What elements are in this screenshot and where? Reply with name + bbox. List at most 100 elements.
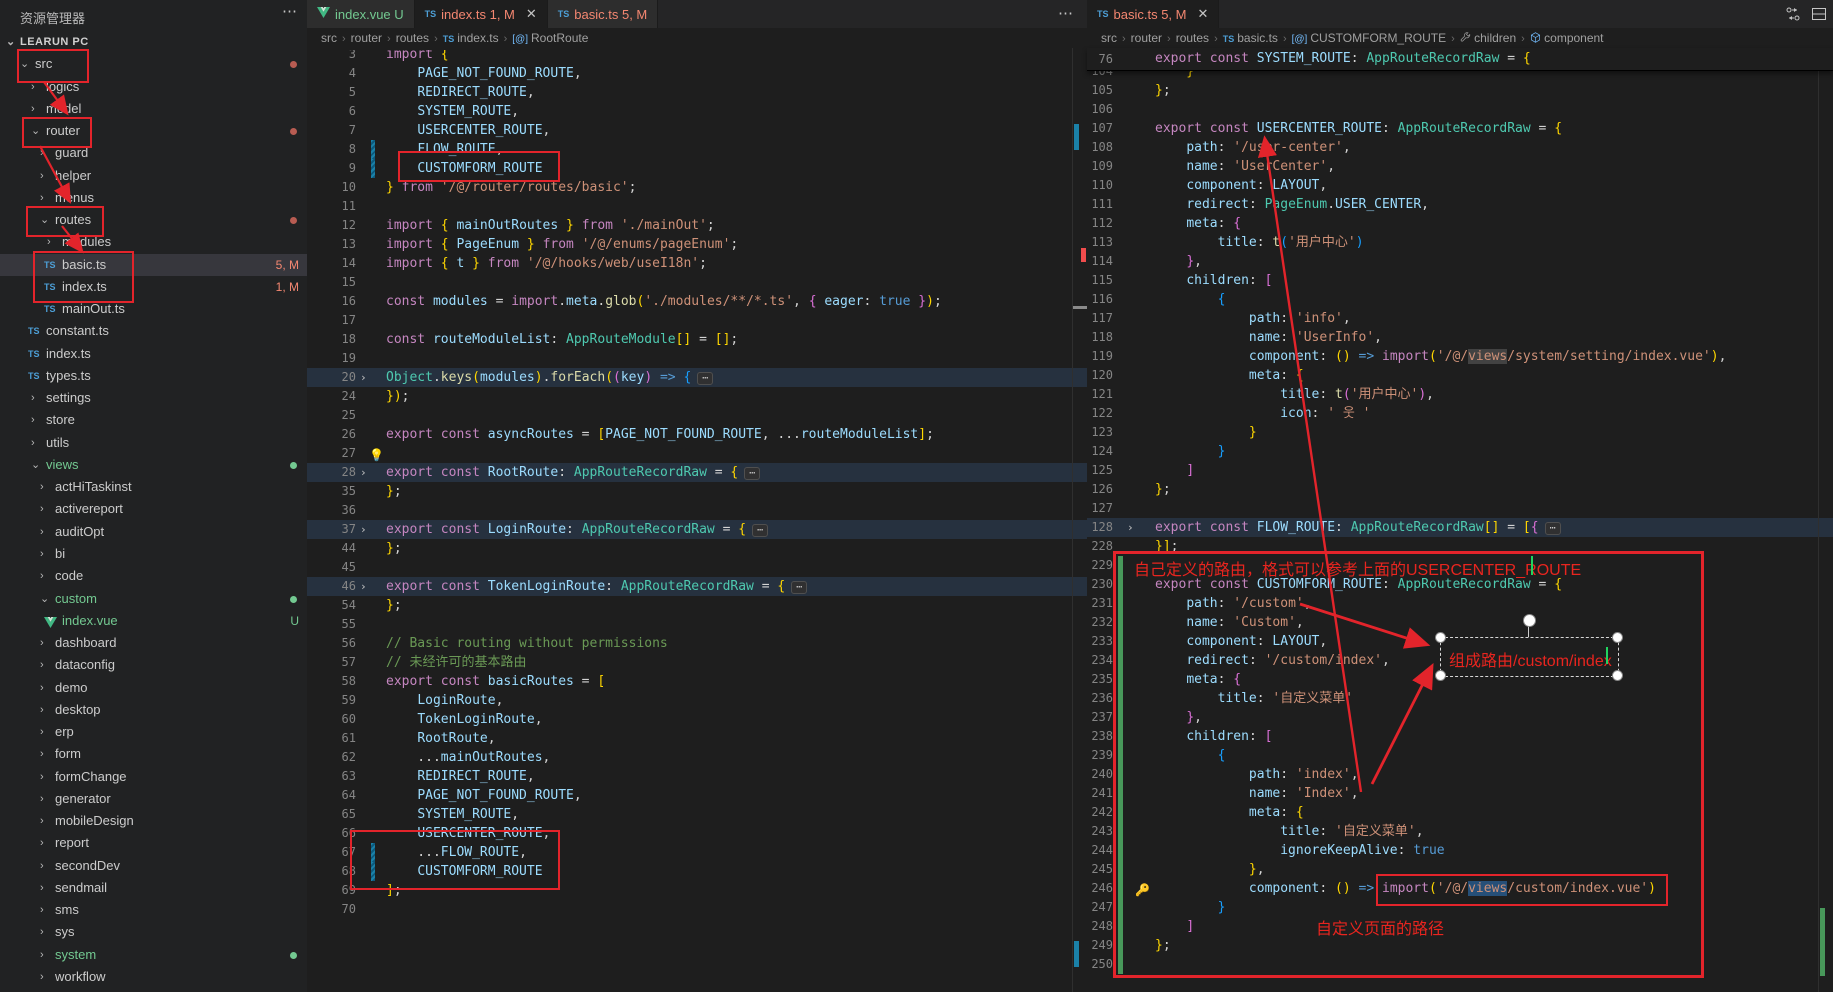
chevron-right-icon[interactable]: › [40,632,44,654]
code-line-63[interactable]: 63 REDIRECT_ROUTE, [307,767,1087,786]
tree-item-settings[interactable]: ›settings [0,387,307,409]
tab-basic.ts[interactable]: TSbasic.ts 5, M [548,0,658,28]
chevron-right-icon[interactable]: › [40,165,44,187]
tree-item-store[interactable]: ›store [0,409,307,431]
code-line-249[interactable]: 249}; [1087,936,1833,955]
chevron-right-icon[interactable]: › [31,76,35,98]
code-line-7[interactable]: 7 USERCENTER_ROUTE, [307,121,1087,140]
chevron-right-icon[interactable]: › [40,832,44,854]
code-line-13[interactable]: 13import { PageEnum } from '/@/enums/pag… [307,235,1087,254]
chevron-right-icon[interactable]: › [40,855,44,877]
code-line-66[interactable]: 66 USERCENTER_ROUTE, [307,824,1087,843]
code-line-107[interactable]: 107export const USERCENTER_ROUTE: AppRou… [1087,119,1833,138]
code-line-109[interactable]: 109 name: 'UserCenter', [1087,157,1833,176]
tree-item-secondDev[interactable]: ›secondDev [0,855,307,877]
code-line-126[interactable]: 126}; [1087,480,1833,499]
tree-item-code[interactable]: ›code [0,565,307,587]
breadcrumb-item[interactable]: [@]RootRoute [512,31,588,45]
split-editor-icon[interactable] [1811,6,1827,22]
tree-item-bi[interactable]: ›bi [0,543,307,565]
code-line-36[interactable]: 36 [307,501,1087,520]
breadcrumb-item[interactable]: children [1460,31,1516,45]
tree-item-menus[interactable]: ›menus [0,187,307,209]
code-line-14[interactable]: 14import { t } from '/@/hooks/web/useI18… [307,254,1087,273]
chevron-right-icon[interactable]: › [40,699,44,721]
tree-item-modules[interactable]: ›modules [0,231,307,253]
tree-item-form[interactable]: ›form [0,743,307,765]
code-line-123[interactable]: 123 } [1087,423,1833,442]
code-line-112[interactable]: 112 meta: { [1087,214,1833,233]
tree-item-custom[interactable]: ⌄custom [0,588,307,610]
tree-item-workflow[interactable]: ›workflow [0,966,307,988]
chevron-down-icon[interactable]: ⌄ [31,120,40,142]
chevron-right-icon[interactable]: › [31,432,35,454]
chevron-right-icon[interactable]: › [40,677,44,699]
breadcrumb-item[interactable]: component [1530,31,1604,45]
chevron-down-icon[interactable]: ⌄ [40,588,49,610]
code-line-70[interactable]: 70 [307,900,1087,919]
chevron-right-icon[interactable]: › [40,810,44,832]
breadcrumb-item[interactable]: TSbasic.ts [1223,31,1278,45]
chevron-right-icon[interactable]: › [40,921,44,943]
chevron-right-icon[interactable]: › [40,187,44,209]
code-line-236[interactable]: 236 title: '自定义菜单' [1087,689,1833,708]
code-line-121[interactable]: 121 title: t('用户中心'), [1087,385,1833,404]
code-line-8[interactable]: 8 FLOW_ROUTE, [307,140,1087,159]
tree-item-guard[interactable]: ›guard [0,142,307,164]
tree-item-system[interactable]: ›system [0,944,307,966]
chevron-right-icon[interactable]: › [40,543,44,565]
close-icon[interactable]: ✕ [1197,6,1208,22]
code-line-108[interactable]: 108 path: '/user-center', [1087,138,1833,157]
code-line-242[interactable]: 242 meta: { [1087,803,1833,822]
breadcrumb-item[interactable]: [@]CUSTOMFORM_ROUTE [1292,31,1447,45]
tree-item-sms[interactable]: ›sms [0,899,307,921]
tree-item-types.ts[interactable]: TStypes.ts [0,365,307,387]
tree-item-mainOut.ts[interactable]: TSmainOut.ts [0,298,307,320]
code-line-17[interactable]: 17 [307,311,1087,330]
tree-item-mobileDesign[interactable]: ›mobileDesign [0,810,307,832]
chevron-right-icon[interactable]: › [40,766,44,788]
code-line-230[interactable]: 230export const CUSTOMFORM_ROUTE: AppRou… [1087,575,1833,594]
code-line-238[interactable]: 238 children: [ [1087,727,1833,746]
code-line-64[interactable]: 64 PAGE_NOT_FOUND_ROUTE, [307,786,1087,805]
code-line-16[interactable]: 16const modules = import.meta.glob('./mo… [307,292,1087,311]
tree-item-model[interactable]: ›model [0,98,307,120]
code-line-248[interactable]: 248 ] [1087,917,1833,936]
code-line-57[interactable]: 57// 未经许可的基本路由 [307,653,1087,672]
code-line-5[interactable]: 5 REDIRECT_ROUTE, [307,83,1087,102]
code-line-243[interactable]: 243 title: '自定义菜单', [1087,822,1833,841]
tree-item-index.ts-src[interactable]: TSindex.ts [0,343,307,365]
code-line-69[interactable]: 69]; [307,881,1087,900]
tree-item-helper[interactable]: ›helper [0,165,307,187]
code-line-237[interactable]: 237 }, [1087,708,1833,727]
code-line-10[interactable]: 10} from '/@/router/routes/basic'; [307,178,1087,197]
tree-item-auditOpt[interactable]: ›auditOpt [0,521,307,543]
tree-item-sendmail[interactable]: ›sendmail [0,877,307,899]
code-line-240[interactable]: 240 path: 'index', [1087,765,1833,784]
code-line-120[interactable]: 120 meta: { [1087,366,1833,385]
code-line-119[interactable]: 119 component: () => import('/@/views/sy… [1087,347,1833,366]
code-line-247[interactable]: 247 } [1087,898,1833,917]
code-line-233[interactable]: 233 component: LAYOUT, [1087,632,1833,651]
tree-item-report[interactable]: ›report [0,832,307,854]
code-line-4[interactable]: 4 PAGE_NOT_FOUND_ROUTE, [307,64,1087,83]
code-line-9[interactable]: 9 CUSTOMFORM_ROUTE [307,159,1087,178]
tree-item-dataconfig[interactable]: ›dataconfig [0,654,307,676]
code-line-118[interactable]: 118 name: 'UserInfo', [1087,328,1833,347]
code-line-18[interactable]: 18const routeModuleList: AppRouteModule[… [307,330,1087,349]
code-line-239[interactable]: 239 { [1087,746,1833,765]
tree-item-routes[interactable]: ⌄routes [0,209,307,231]
code-line-104[interactable]: 104 } [1087,70,1833,81]
chevron-down-icon[interactable]: ⌄ [40,209,49,231]
tree-item-sys[interactable]: ›sys [0,921,307,943]
editor-more-actions-icon[interactable]: ⋯ [1058,4,1073,22]
sticky-scroll-line[interactable]: 76export const SYSTEM_ROUTE: AppRouteRec… [1087,48,1833,71]
code-line-46[interactable]: 46›export const TokenLoginRoute: AppRout… [307,577,1087,596]
code-line-110[interactable]: 110 component: LAYOUT, [1087,176,1833,195]
chevron-right-icon[interactable]: › [40,654,44,676]
code-line-15[interactable]: 15 [307,273,1087,292]
code-line-244[interactable]: 244 ignoreKeepAlive: true [1087,841,1833,860]
code-line-228[interactable]: 228}]; [1087,537,1833,556]
chevron-down-icon[interactable]: ⌄ [6,31,16,53]
open-changes-icon[interactable] [1785,6,1801,22]
